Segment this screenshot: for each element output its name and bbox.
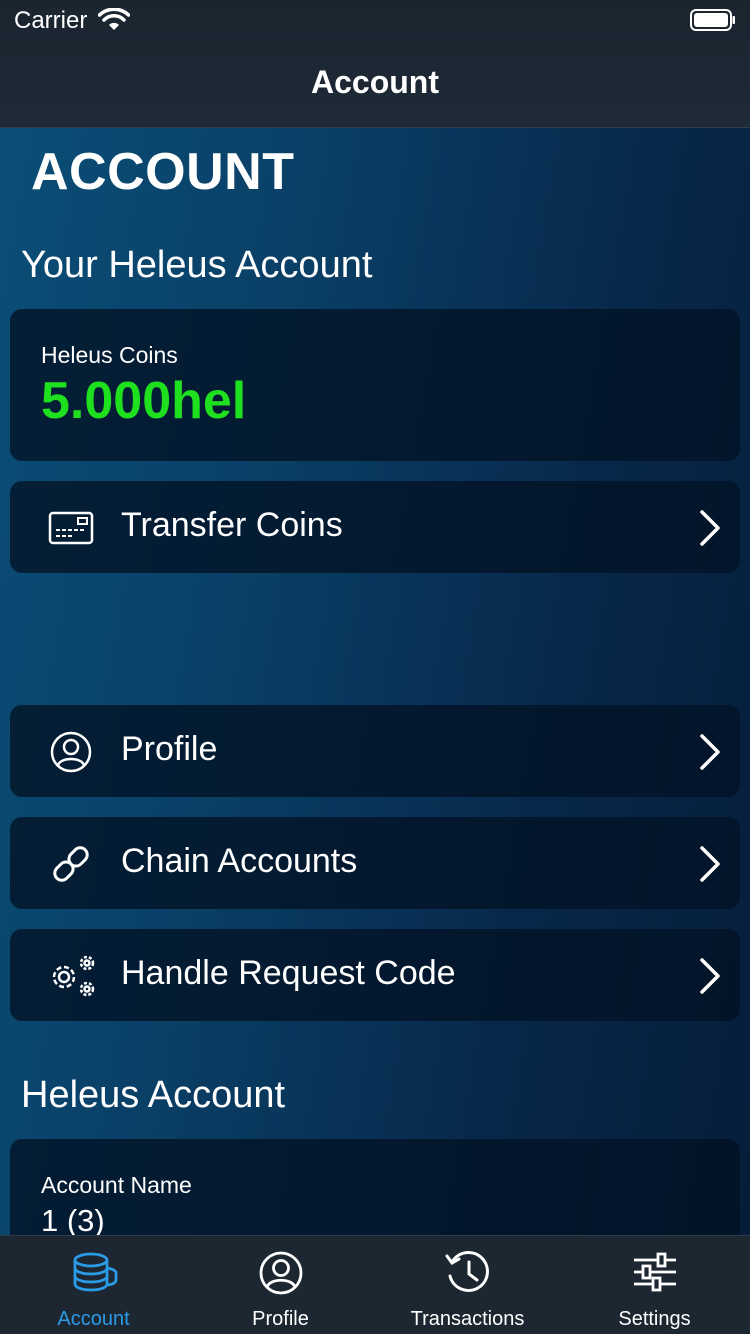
chevron-right-icon	[698, 957, 722, 995]
coins-stack-icon	[69, 1250, 119, 1299]
chain-accounts-label: Chain Accounts	[121, 842, 358, 880]
wifi-icon	[97, 7, 131, 37]
link-icon	[48, 841, 94, 887]
account-name-label: Account Name	[41, 1172, 192, 1198]
transfer-coins-label: Transfer Coins	[121, 506, 343, 544]
user-circle-icon	[258, 1250, 304, 1301]
chevron-right-icon	[698, 845, 722, 883]
handle-request-code-label: Handle Request Code	[121, 954, 456, 992]
user-circle-icon	[48, 729, 94, 775]
tab-account-label: Account	[57, 1308, 130, 1330]
tab-transactions-label: Transactions	[410, 1308, 525, 1330]
status-bar: Carrier	[0, 0, 750, 40]
chain-accounts-row[interactable]: Chain Accounts	[10, 817, 740, 909]
gears-icon	[46, 953, 98, 999]
transfer-coins-row[interactable]: Transfer Coins	[10, 481, 740, 573]
account-name-value: 1 (3)	[41, 1203, 105, 1238]
tab-profile-label: Profile	[252, 1308, 309, 1330]
chevron-right-icon	[698, 509, 722, 547]
nav-title: Account	[311, 64, 439, 100]
section-title-heleus-account: Heleus Account	[21, 1074, 286, 1116]
history-icon	[444, 1250, 492, 1301]
section-title-your-account: Your Heleus Account	[21, 244, 373, 286]
profile-row[interactable]: Profile	[10, 705, 740, 797]
tab-bar: Account Profile Transactions Settings	[0, 1235, 750, 1334]
handle-request-code-row[interactable]: Handle Request Code	[10, 929, 740, 1021]
coins-card: Heleus Coins 5.000hel	[10, 309, 740, 461]
tab-settings[interactable]: Settings	[561, 1236, 748, 1334]
chevron-right-icon	[698, 733, 722, 771]
coins-label: Heleus Coins	[41, 342, 178, 368]
tab-profile[interactable]: Profile	[187, 1236, 374, 1334]
card-icon	[48, 505, 94, 551]
battery-icon	[690, 9, 736, 36]
coins-balance: 5.000hel	[41, 372, 247, 430]
sliders-icon	[631, 1250, 679, 1299]
tab-settings-label: Settings	[618, 1308, 691, 1330]
tab-transactions[interactable]: Transactions	[374, 1236, 561, 1334]
tab-account[interactable]: Account	[0, 1236, 187, 1334]
page-title: ACCOUNT	[31, 143, 295, 201]
navigation-bar: Carrier Account	[0, 0, 750, 128]
carrier-label: Carrier	[14, 7, 88, 34]
profile-label: Profile	[121, 730, 218, 768]
